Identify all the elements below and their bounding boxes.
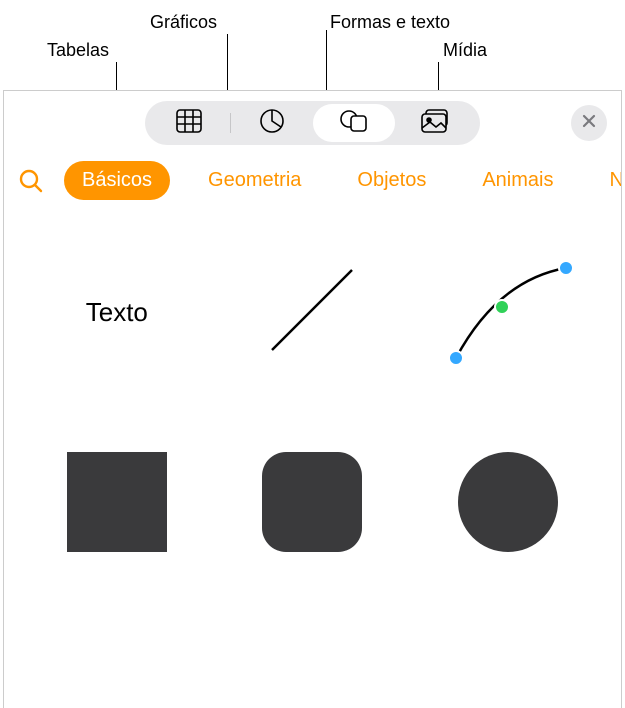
text-label: Texto — [86, 297, 148, 328]
rounded-square-icon — [262, 452, 362, 552]
callout-media: Mídia — [443, 40, 487, 62]
square-icon — [67, 452, 167, 552]
category-basics[interactable]: Básicos — [64, 161, 170, 200]
toolbar — [4, 91, 621, 153]
shape-rounded-square[interactable] — [242, 442, 382, 562]
category-animals[interactable]: Animais — [464, 161, 571, 200]
shapes-icon — [339, 108, 369, 139]
category-geometry[interactable]: Geometria — [190, 161, 319, 200]
callout-tables: Tabelas — [47, 40, 109, 62]
shape-circle[interactable] — [438, 442, 578, 562]
close-icon — [582, 114, 596, 133]
callouts-region: Tabelas Gráficos Formas e texto Mídia — [0, 0, 625, 90]
shape-line[interactable] — [242, 252, 382, 372]
close-button[interactable] — [571, 105, 607, 141]
insert-panel: Básicos Geometria Objetos Animais N Text… — [3, 90, 622, 708]
media-tab[interactable] — [395, 104, 477, 142]
media-icon — [421, 109, 451, 138]
search-icon[interactable] — [18, 168, 44, 194]
segmented-control — [145, 101, 480, 145]
category-bar: Básicos Geometria Objetos Animais N — [4, 153, 621, 212]
tables-tab[interactable] — [148, 104, 230, 142]
table-icon — [176, 109, 202, 138]
shapes-grid: Texto — [4, 212, 621, 602]
callout-charts: Gráficos — [150, 12, 217, 34]
line-icon — [257, 255, 367, 370]
charts-tab[interactable] — [231, 104, 313, 142]
callout-shapes-text: Formas e texto — [330, 12, 450, 34]
shape-text[interactable]: Texto — [47, 252, 187, 372]
shape-curve[interactable] — [438, 252, 578, 372]
category-objects[interactable]: Objetos — [339, 161, 444, 200]
shapes-tab[interactable] — [313, 104, 395, 142]
category-partial[interactable]: N — [591, 161, 621, 200]
pie-chart-icon — [259, 108, 285, 139]
circle-icon — [458, 452, 558, 552]
shape-square[interactable] — [47, 442, 187, 562]
curve-icon — [438, 250, 578, 375]
